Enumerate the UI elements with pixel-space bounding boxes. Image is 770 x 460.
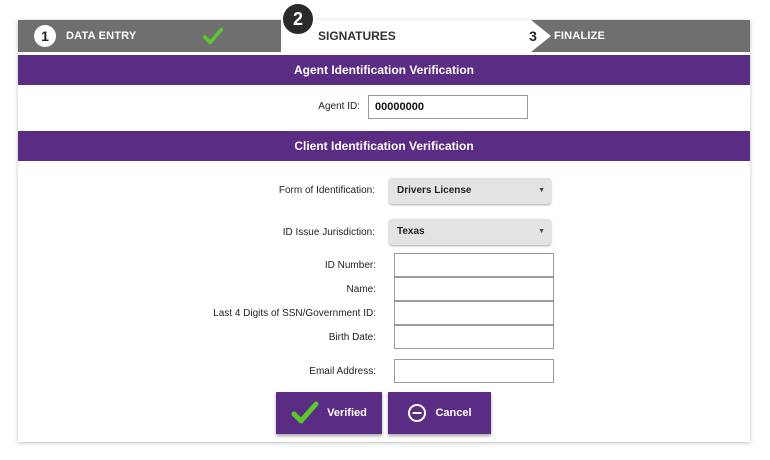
caret-down-icon: ▼ [538, 187, 545, 194]
step-1-label: DATA ENTRY [66, 30, 137, 42]
ssn-label: Last 4 Digits of SSN/Government ID: [213, 308, 376, 319]
step-3-number: 3 [522, 25, 544, 47]
minus-circle-icon [407, 403, 427, 423]
step-1-number: 1 [34, 25, 56, 47]
form-of-id-label: Form of Identification: [278, 185, 375, 196]
verified-button[interactable]: Verified [276, 392, 382, 434]
form-of-id-select[interactable]: Drivers License ▼ [389, 178, 551, 204]
id-number-input[interactable] [394, 253, 554, 277]
check-icon [291, 400, 319, 426]
agent-id-label: Agent ID: [318, 101, 360, 112]
form-of-id-value: Drivers License [397, 185, 472, 196]
birth-date-label: Birth Date: [328, 332, 376, 343]
email-label: Email Address: [309, 366, 376, 377]
cancel-button-label: Cancel [435, 407, 472, 419]
caret-down-icon: ▼ [538, 228, 545, 235]
step-complete-check-icon [202, 27, 224, 45]
verified-button-label: Verified [327, 407, 367, 419]
jurisdiction-label: ID Issue Jurisdiction: [282, 227, 375, 238]
cancel-button[interactable]: Cancel [388, 392, 491, 434]
name-input[interactable] [394, 277, 554, 301]
agent-id-input[interactable] [368, 95, 528, 119]
step-3-label: FINALIZE [554, 30, 606, 42]
email-input[interactable] [394, 359, 554, 383]
step-2-number: 2 [281, 2, 315, 36]
step-2-label: SIGNATURES [318, 29, 396, 43]
jurisdiction-value: Texas [397, 226, 425, 237]
client-section-header: Client Identification Verification [18, 131, 750, 161]
ssn-input[interactable] [394, 301, 554, 325]
agent-section-header: Agent Identification Verification [18, 55, 750, 85]
jurisdiction-select[interactable]: Texas ▼ [389, 219, 551, 245]
name-label: Name: [346, 284, 376, 295]
id-number-label: ID Number: [324, 260, 376, 271]
birth-date-input[interactable] [394, 325, 554, 349]
